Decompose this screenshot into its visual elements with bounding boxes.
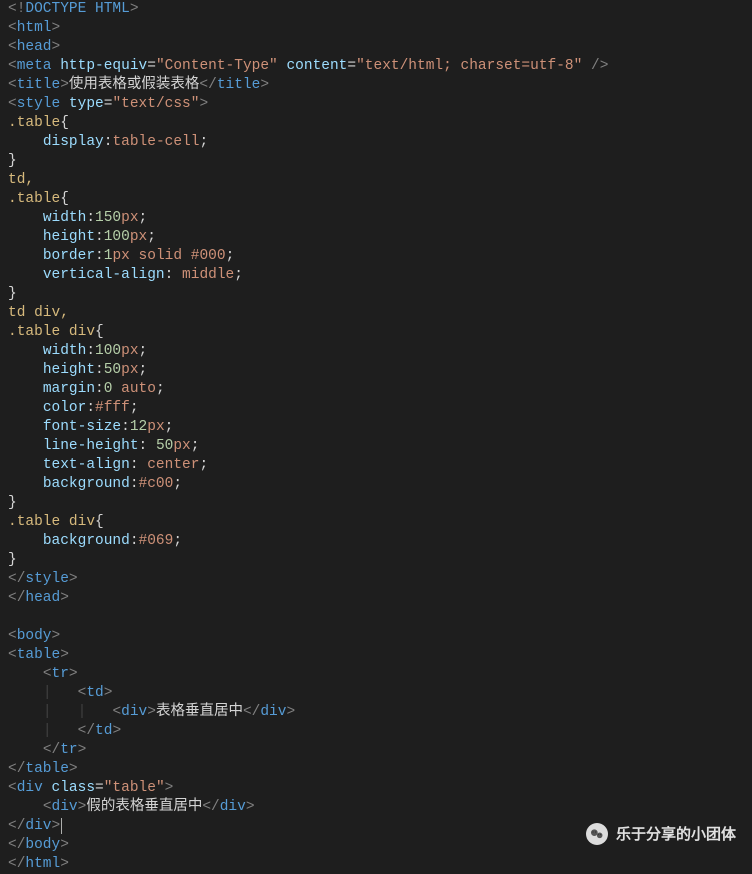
- code-line: <div class="table">: [8, 780, 173, 796]
- code-line: text-align: center;: [8, 457, 208, 473]
- code-line: background:#c00;: [8, 476, 182, 492]
- code-line: background:#069;: [8, 533, 182, 549]
- code-line: <style type="text/css">: [8, 96, 208, 112]
- code-line: .table div{: [8, 514, 104, 530]
- code-line: width:150px;: [8, 210, 147, 226]
- code-line: <!DOCTYPE HTML>: [8, 1, 139, 17]
- code-line: }: [8, 153, 17, 169]
- code-line: </html>: [8, 856, 69, 872]
- code-line: }: [8, 495, 17, 511]
- code-line: height:100px;: [8, 229, 156, 245]
- code-line: <meta http-equiv="Content-Type" content=…: [8, 58, 608, 74]
- code-line: <html>: [8, 20, 60, 36]
- code-line: </body>: [8, 837, 69, 853]
- code-line: <head>: [8, 39, 60, 55]
- code-line: td div,: [8, 305, 69, 321]
- code-line: td,: [8, 172, 34, 188]
- code-line: border:1px solid #000;: [8, 248, 234, 264]
- code-line: margin:0 auto;: [8, 381, 165, 397]
- code-line: </div>: [8, 818, 62, 834]
- code-line: .table{: [8, 115, 69, 131]
- code-line: color:#fff;: [8, 400, 139, 416]
- code-line: font-size:12px;: [8, 419, 173, 435]
- code-line: <div>假的表格垂直居中</div>: [8, 799, 255, 815]
- watermark: 乐于分享的小团体: [586, 823, 736, 845]
- code-line: <tr>: [8, 666, 78, 682]
- code-line: <title>使用表格或假装表格</title>: [8, 77, 269, 93]
- code-line: line-height: 50px;: [8, 438, 199, 454]
- code-line: width:100px;: [8, 343, 147, 359]
- code-line: .table{: [8, 191, 69, 207]
- watermark-text: 乐于分享的小团体: [616, 825, 736, 844]
- code-line: }: [8, 286, 17, 302]
- code-editor[interactable]: <!DOCTYPE HTML> <html> <head> <meta http…: [0, 0, 752, 874]
- code-line: </tr>: [8, 742, 86, 758]
- code-line: [8, 609, 17, 625]
- code-line: <body>: [8, 628, 60, 644]
- code-line: display:table-cell;: [8, 134, 208, 150]
- code-line: </head>: [8, 590, 69, 606]
- code-line: <table>: [8, 647, 69, 663]
- code-line: | </td>: [8, 723, 121, 739]
- wechat-icon: [586, 823, 608, 845]
- code-line: }: [8, 552, 17, 568]
- code-line: .table div{: [8, 324, 104, 340]
- code-line: | <td>: [8, 685, 112, 701]
- code-line: height:50px;: [8, 362, 147, 378]
- text-cursor: [61, 818, 62, 834]
- code-line: | | <div>表格垂直居中</div>: [8, 704, 295, 720]
- code-line: </style>: [8, 571, 78, 587]
- code-line: </table>: [8, 761, 78, 777]
- code-line: vertical-align: middle;: [8, 267, 243, 283]
